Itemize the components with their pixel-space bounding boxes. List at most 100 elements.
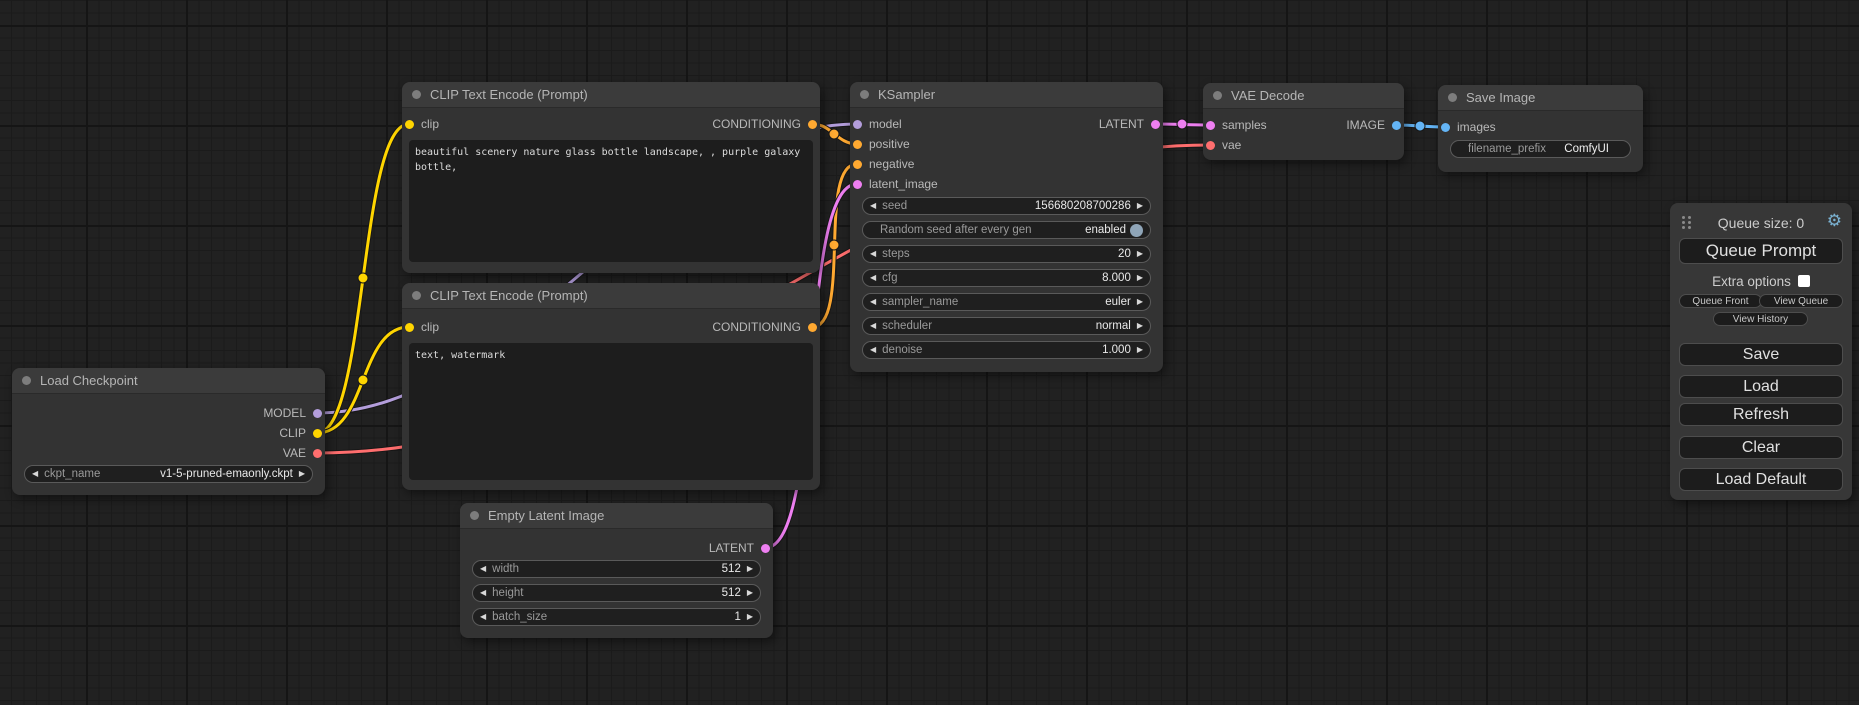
positive-input-port[interactable] bbox=[853, 140, 862, 149]
conditioning-output-port[interactable] bbox=[808, 323, 817, 332]
load-button[interactable]: Load bbox=[1679, 375, 1843, 398]
collapse-dot-icon[interactable] bbox=[412, 90, 421, 99]
prev-arrow-icon[interactable]: ◀ bbox=[870, 274, 876, 282]
node-title-bar: VAE Decode bbox=[1203, 83, 1404, 109]
clip-input-port[interactable] bbox=[405, 120, 414, 129]
collapse-dot-icon[interactable] bbox=[1213, 91, 1222, 100]
node-graph-canvas[interactable]: Load Checkpoint MODEL CLIP VAE ◀ ckpt_na… bbox=[0, 0, 1859, 705]
random-seed-toggle-widget[interactable]: Random seed after every gen enabled bbox=[862, 221, 1151, 239]
node-vae-decode[interactable]: VAE Decode samples vae IMAGE bbox=[1203, 83, 1404, 160]
link-dot-conditioning-negative bbox=[829, 240, 839, 250]
next-arrow-icon[interactable]: ▶ bbox=[1137, 250, 1143, 258]
extra-options-checkbox[interactable] bbox=[1798, 275, 1810, 287]
settings-gear-icon[interactable]: ⚙ bbox=[1827, 211, 1842, 231]
samples-input-port[interactable] bbox=[1206, 121, 1215, 130]
clip-output-port[interactable] bbox=[313, 429, 322, 438]
collapse-dot-icon[interactable] bbox=[1448, 93, 1457, 102]
input-latent-image: latent_image bbox=[853, 174, 938, 194]
seed-widget[interactable]: ◀ seed 156680208700286 ▶ bbox=[862, 197, 1151, 215]
clear-button[interactable]: Clear bbox=[1679, 436, 1843, 459]
collapse-dot-icon[interactable] bbox=[412, 291, 421, 300]
node-title: Save Image bbox=[1466, 90, 1535, 105]
prev-arrow-icon[interactable]: ◀ bbox=[870, 202, 876, 210]
collapse-dot-icon[interactable] bbox=[22, 376, 31, 385]
model-input-port[interactable] bbox=[853, 120, 862, 129]
denoise-widget[interactable]: ◀ denoise 1.000 ▶ bbox=[862, 341, 1151, 359]
drag-handle-icon[interactable] bbox=[1682, 216, 1685, 219]
refresh-button[interactable]: Refresh bbox=[1679, 403, 1843, 426]
save-button[interactable]: Save bbox=[1679, 343, 1843, 366]
node-ksampler[interactable]: KSampler model positive negative latent_… bbox=[850, 82, 1163, 372]
queue-front-button[interactable]: Queue Front bbox=[1679, 294, 1762, 308]
next-arrow-icon[interactable]: ▶ bbox=[1137, 346, 1143, 354]
node-title-bar: CLIP Text Encode (Prompt) bbox=[402, 283, 820, 309]
prev-arrow-icon[interactable]: ◀ bbox=[480, 589, 486, 597]
node-title-bar: KSampler bbox=[850, 82, 1163, 108]
collapse-dot-icon[interactable] bbox=[860, 90, 869, 99]
ckpt-name-widget[interactable]: ◀ ckpt_name v1-5-pruned-emaonly.ckpt ▶ bbox=[24, 465, 313, 483]
prev-arrow-icon[interactable]: ◀ bbox=[480, 613, 486, 621]
negative-input-port[interactable] bbox=[853, 160, 862, 169]
view-history-button[interactable]: View History bbox=[1713, 312, 1808, 326]
prev-arrow-icon[interactable]: ◀ bbox=[870, 250, 876, 258]
next-arrow-icon[interactable]: ▶ bbox=[1137, 274, 1143, 282]
queue-size-label: Queue size: 0 bbox=[1718, 215, 1804, 231]
link-dot-clip-negative bbox=[358, 375, 368, 385]
next-arrow-icon[interactable]: ▶ bbox=[299, 470, 305, 478]
cfg-widget[interactable]: ◀ cfg 8.000 ▶ bbox=[862, 269, 1151, 287]
filename-prefix-widget[interactable]: filename_prefix ComfyUI bbox=[1450, 140, 1631, 158]
scheduler-widget[interactable]: ◀ scheduler normal ▶ bbox=[862, 317, 1151, 335]
node-title-bar: Empty Latent Image bbox=[460, 503, 773, 529]
node-title: KSampler bbox=[878, 87, 935, 102]
output-model: MODEL bbox=[263, 403, 322, 423]
conditioning-output-port[interactable] bbox=[808, 120, 817, 129]
node-save-image[interactable]: Save Image images filename_prefix ComfyU… bbox=[1438, 85, 1643, 172]
queue-prompt-button[interactable]: Queue Prompt bbox=[1679, 238, 1843, 264]
input-positive: positive bbox=[853, 134, 910, 154]
input-model: model bbox=[853, 114, 902, 134]
next-arrow-icon[interactable]: ▶ bbox=[1137, 322, 1143, 330]
steps-widget[interactable]: ◀ steps 20 ▶ bbox=[862, 245, 1151, 263]
load-default-button[interactable]: Load Default bbox=[1679, 468, 1843, 491]
node-title: CLIP Text Encode (Prompt) bbox=[430, 288, 588, 303]
prev-arrow-icon[interactable]: ◀ bbox=[870, 322, 876, 330]
view-queue-button[interactable]: View Queue bbox=[1759, 294, 1843, 308]
negative-prompt-textarea[interactable]: text, watermark bbox=[409, 343, 813, 480]
collapse-dot-icon[interactable] bbox=[470, 511, 479, 520]
next-arrow-icon[interactable]: ▶ bbox=[1137, 202, 1143, 210]
latent-output-port[interactable] bbox=[761, 544, 770, 553]
output-conditioning: CONDITIONING bbox=[712, 114, 817, 134]
positive-prompt-textarea[interactable]: beautiful scenery nature glass bottle la… bbox=[409, 140, 813, 262]
prev-arrow-icon[interactable]: ◀ bbox=[480, 565, 486, 573]
model-output-port[interactable] bbox=[313, 409, 322, 418]
image-output-port[interactable] bbox=[1392, 121, 1401, 130]
prev-arrow-icon[interactable]: ◀ bbox=[870, 298, 876, 306]
node-empty-latent-image[interactable]: Empty Latent Image LATENT ◀ width 512 ▶ … bbox=[460, 503, 773, 638]
sampler-name-widget[interactable]: ◀ sampler_name euler ▶ bbox=[862, 293, 1151, 311]
next-arrow-icon[interactable]: ▶ bbox=[747, 613, 753, 621]
vae-input-port[interactable] bbox=[1206, 141, 1215, 150]
toggle-dot-icon[interactable] bbox=[1130, 224, 1143, 237]
input-samples: samples bbox=[1206, 115, 1267, 135]
next-arrow-icon[interactable]: ▶ bbox=[1137, 298, 1143, 306]
next-arrow-icon[interactable]: ▶ bbox=[747, 565, 753, 573]
width-widget[interactable]: ◀ width 512 ▶ bbox=[472, 560, 761, 578]
input-negative: negative bbox=[853, 154, 914, 174]
node-title-bar: CLIP Text Encode (Prompt) bbox=[402, 82, 820, 108]
prev-arrow-icon[interactable]: ◀ bbox=[32, 470, 38, 478]
vae-output-port[interactable] bbox=[313, 449, 322, 458]
next-arrow-icon[interactable]: ▶ bbox=[747, 589, 753, 597]
images-input-port[interactable] bbox=[1441, 123, 1450, 132]
node-clip-text-encode-positive[interactable]: CLIP Text Encode (Prompt) clip CONDITION… bbox=[402, 82, 820, 273]
node-title-bar: Save Image bbox=[1438, 85, 1643, 111]
batch-size-widget[interactable]: ◀ batch_size 1 ▶ bbox=[472, 608, 761, 626]
output-vae: VAE bbox=[283, 443, 322, 463]
latent-image-input-port[interactable] bbox=[853, 180, 862, 189]
node-load-checkpoint[interactable]: Load Checkpoint MODEL CLIP VAE ◀ ckpt_na… bbox=[12, 368, 325, 495]
clip-input-port[interactable] bbox=[405, 323, 414, 332]
height-widget[interactable]: ◀ height 512 ▶ bbox=[472, 584, 761, 602]
output-image: IMAGE bbox=[1346, 115, 1401, 135]
prev-arrow-icon[interactable]: ◀ bbox=[870, 346, 876, 354]
latent-output-port[interactable] bbox=[1151, 120, 1160, 129]
node-clip-text-encode-negative[interactable]: CLIP Text Encode (Prompt) clip CONDITION… bbox=[402, 283, 820, 490]
